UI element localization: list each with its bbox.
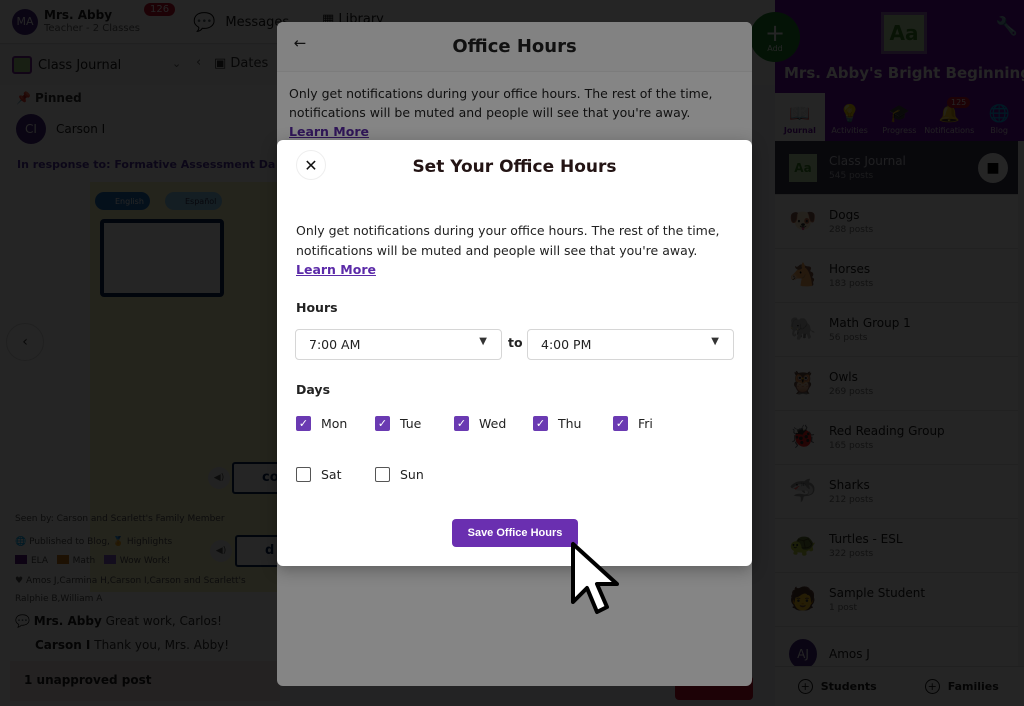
day-label: Thu (558, 416, 582, 431)
checkbox-unchecked-icon[interactable] (296, 467, 311, 482)
day-checkbox-thu[interactable]: ✓ Thu (533, 416, 581, 431)
modal-title: Set Your Office Hours (412, 157, 617, 177)
day-checkbox-fri[interactable]: ✓ Fri (613, 416, 653, 431)
hours-label: Hours (296, 300, 338, 315)
day-label: Fri (638, 416, 653, 431)
learn-more-link[interactable]: Learn More (296, 262, 376, 277)
checkbox-unchecked-icon[interactable] (375, 467, 390, 482)
day-checkbox-sun[interactable]: Sun (375, 467, 424, 482)
checkbox-checked-icon[interactable]: ✓ (454, 416, 469, 431)
mouse-pointer-icon (571, 542, 619, 614)
end-time-value: 4:00 PM (541, 337, 592, 352)
chevron-down-icon: ▼ (479, 336, 487, 347)
start-time-select[interactable]: 7:00 AM ▼ (295, 329, 502, 360)
day-checkbox-wed[interactable]: ✓ Wed (454, 416, 506, 431)
day-label: Mon (321, 416, 348, 431)
modal-description: Only get notifications during your offic… (296, 221, 736, 280)
day-checkbox-mon[interactable]: ✓ Mon (296, 416, 347, 431)
end-time-select[interactable]: 4:00 PM ▼ (527, 329, 734, 360)
day-label: Tue (400, 416, 422, 431)
checkbox-checked-icon[interactable]: ✓ (613, 416, 628, 431)
to-label: to (508, 335, 523, 350)
checkbox-checked-icon[interactable]: ✓ (533, 416, 548, 431)
save-office-hours-button[interactable]: Save Office Hours (452, 519, 578, 547)
day-label: Sat (321, 467, 342, 482)
day-label: Wed (479, 416, 507, 431)
checkbox-checked-icon[interactable]: ✓ (375, 416, 390, 431)
day-label: Sun (400, 467, 424, 482)
modal-description-text: Only get notifications during your offic… (296, 223, 720, 258)
checkbox-checked-icon[interactable]: ✓ (296, 416, 311, 431)
start-time-value: 7:00 AM (309, 337, 361, 352)
day-checkbox-sat[interactable]: Sat (296, 467, 342, 482)
days-label: Days (296, 382, 331, 397)
day-checkbox-tue[interactable]: ✓ Tue (375, 416, 421, 431)
set-office-hours-modal: ✕ Set Your Office Hours Only get notific… (277, 140, 752, 566)
chevron-down-icon: ▼ (711, 336, 719, 347)
